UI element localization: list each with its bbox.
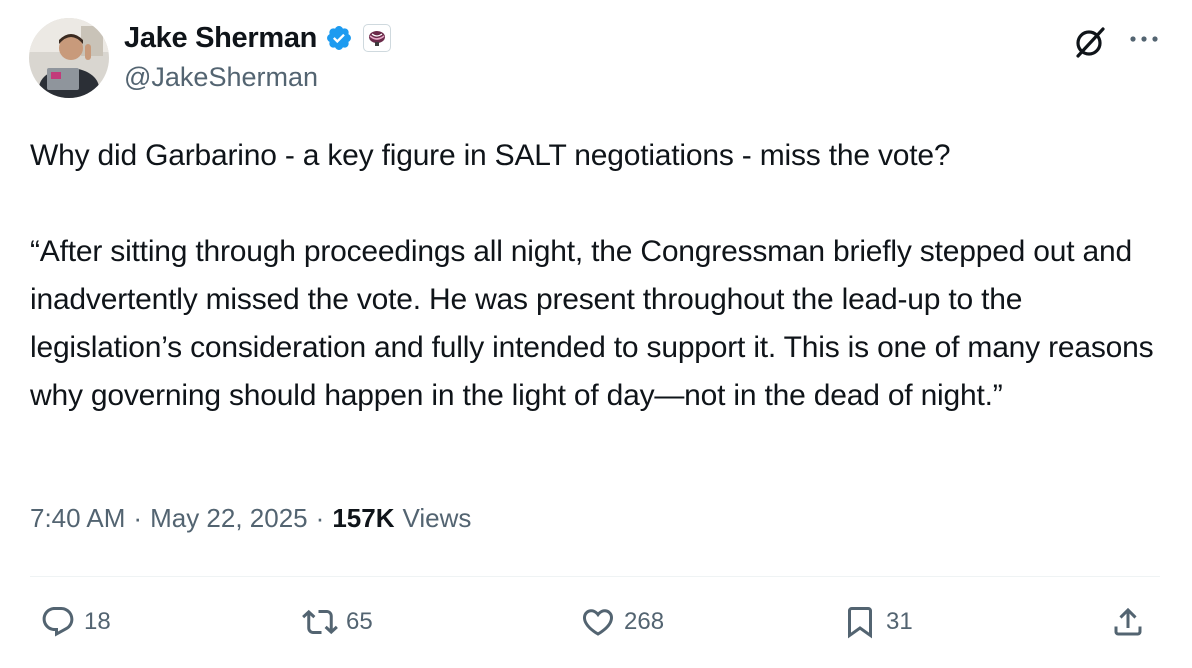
repost-count: 65	[346, 608, 373, 635]
tweet-time[interactable]: 7:40 AM	[30, 503, 125, 534]
avatar[interactable]	[29, 18, 109, 98]
divider	[30, 576, 1160, 577]
tweet-meta: 7:40 AM · May 22, 2025 · 157K Views	[30, 503, 471, 534]
views-label[interactable]: Views	[402, 503, 471, 534]
tweet-text: Why did Garbarino - a key figure in SALT…	[30, 132, 1170, 420]
bookmark-count: 31	[886, 608, 913, 635]
bookmark-icon	[848, 607, 872, 639]
share-icon	[1114, 607, 1142, 636]
reply-icon	[42, 607, 74, 637]
affiliation-badge-icon[interactable]	[363, 24, 392, 52]
reply-count: 18	[84, 608, 111, 635]
author-name[interactable]: Jake Sherman	[124, 22, 317, 55]
tweet-paragraph-1: Why did Garbarino - a key figure in SALT…	[30, 139, 951, 172]
like-button[interactable]: 268	[580, 602, 664, 642]
views-count[interactable]: 157K	[332, 503, 394, 534]
author-header: Jake Sherman @JakeSherman	[124, 18, 392, 93]
reply-button[interactable]: 18	[40, 602, 111, 642]
bookmark-button[interactable]: 31	[842, 602, 913, 642]
author-handle[interactable]: @JakeSherman	[124, 62, 391, 93]
meta-separator: ·	[315, 503, 325, 533]
like-count: 268	[624, 608, 665, 635]
repost-button[interactable]: 65	[302, 602, 373, 642]
more-options-icon[interactable]	[1124, 22, 1164, 62]
tweet-date[interactable]: May 22, 2025	[150, 503, 308, 534]
meta-separator: ·	[133, 503, 143, 533]
name-row: Jake Sherman	[124, 18, 392, 58]
share-button[interactable]	[1110, 602, 1146, 642]
repost-icon	[302, 609, 338, 635]
heart-icon	[582, 609, 614, 636]
verified-badge-icon[interactable]	[325, 24, 353, 52]
tweet-paragraph-2: “After sitting through proceedings all n…	[30, 235, 1162, 412]
avatar-image	[29, 18, 109, 98]
grok-icon[interactable]	[1070, 22, 1110, 62]
